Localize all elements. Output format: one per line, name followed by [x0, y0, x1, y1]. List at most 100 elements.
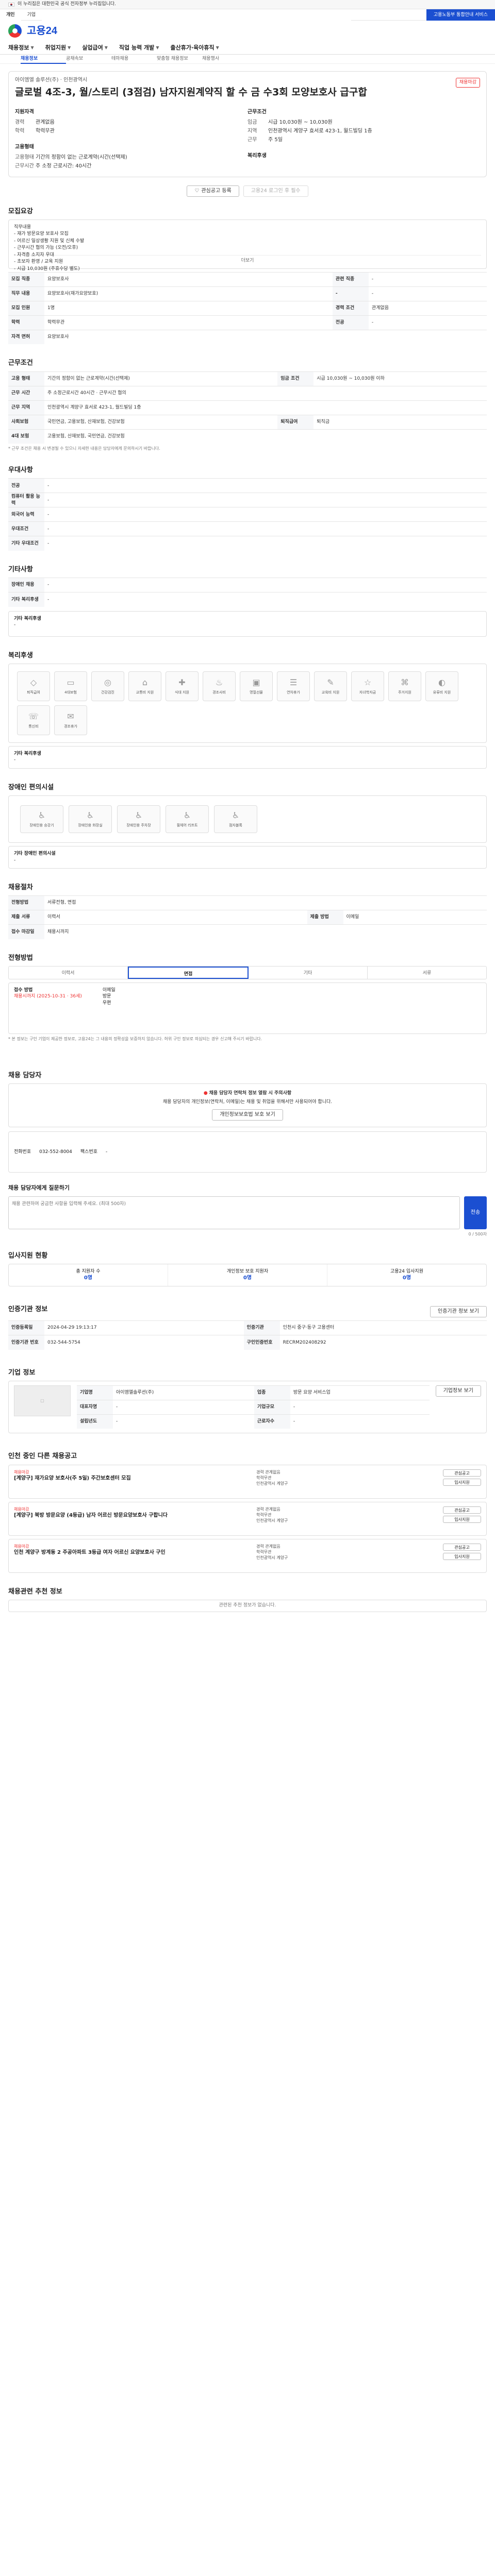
subnav-theme[interactable]: 테마채용: [111, 56, 157, 62]
detail-heading: 모집요강: [8, 207, 33, 215]
tab-method[interactable]: 기타: [249, 966, 368, 979]
welfare-icon: ⌂: [142, 677, 148, 687]
more-button[interactable]: 더보기: [14, 255, 481, 264]
row-label: 모집 직종: [8, 272, 44, 287]
subnav-custom[interactable]: 맞춤형 채용정보: [157, 56, 202, 62]
warning-text: 채용 담당자의 개인정보(연락처, 이메일)는 채용 및 취업을 위해서만 사용…: [162, 1099, 333, 1105]
manager-heading: 채용 담당자: [8, 1071, 42, 1079]
corp-info-button[interactable]: 기업정보 보기: [435, 1385, 481, 1397]
char-count: 0 / 500자: [468, 1231, 487, 1236]
welfare-item: ♨ 경조사비: [203, 671, 236, 701]
scrap-button[interactable]: 관심공고: [443, 1469, 481, 1477]
nav-item-jobs[interactable]: 채용정보 ▼: [8, 44, 34, 52]
share-button[interactable]: 고용24 로그인 후 필수: [243, 185, 308, 197]
row-label: 전공: [332, 315, 369, 330]
conditions-heading: 근무조건: [248, 109, 267, 115]
site-logo[interactable]: 고용24: [27, 24, 57, 38]
field-email: 이메일: [102, 987, 116, 993]
tab-company[interactable]: 기업: [21, 9, 42, 21]
scrap-button[interactable]: 관심공고: [443, 1543, 481, 1551]
related-detail: 인천광역시 계양구: [256, 1518, 288, 1523]
extra-value: -: [14, 622, 16, 628]
main-nav: 채용정보 ▼ 취업지원 ▼ 실업급여 ▼ 직업 능력 개발 ▼ 출산휴가·육아휴직 ▼: [0, 41, 495, 55]
row-value: 1명: [44, 300, 333, 316]
integrated-service-link[interactable]: 고용노동부 통합안내 서비스: [426, 9, 495, 21]
welfare-item: ✉ 경조휴가: [54, 705, 87, 735]
row-value: -: [44, 536, 487, 551]
row-value: -: [44, 493, 487, 507]
related-job-item[interactable]: 채용마감 인천 계양구 방계동 2 주공아파트 3등급 여자 어르신 요양보호사 …: [8, 1538, 487, 1573]
apply-button[interactable]: 입사지원: [443, 1552, 481, 1560]
cond-label: 근무: [248, 137, 257, 143]
related-heading: 인천 중인 다른 채용공고: [8, 1452, 77, 1461]
row-label: 전형방법: [8, 895, 44, 910]
related-job-item[interactable]: 채용마감 [계양구] 재가요양 보호사(주 5일) 주간보호센터 모집 경력 관계없…: [8, 1464, 487, 1499]
row-label: 모집 인원: [8, 300, 44, 316]
welfare-etc-box: 기타 복리후생 -: [8, 745, 487, 769]
row-value: 요양보호사(재가요양보호): [44, 286, 333, 301]
row-label: 인증기관 번호: [8, 1335, 44, 1350]
related-job-item[interactable]: 채용마감 [계양구] 북방 방문요양 (4등급) 남자 어르신 방문요양보호사 구…: [8, 1501, 487, 1536]
tab-method[interactable]: 서류: [368, 967, 486, 979]
company-more-button[interactable]: 인증기관 정보 보기: [430, 1306, 487, 1318]
apply-label: 총 지원자 수: [76, 1268, 101, 1274]
table-row: 전형방법 서류전형, 면접: [8, 895, 487, 910]
row-label: 우대조건: [8, 521, 44, 536]
table-row: 근무 지역 인천광역시 계양구 효서로 423-1, 월드빌딩 1층: [8, 400, 487, 415]
disability-etc-value: -: [14, 857, 16, 863]
type-label: 고용형태: [15, 154, 34, 160]
subnav-events[interactable]: 채용행사: [202, 56, 248, 62]
table-row: 기업명 아이엠엘솔루션(주) 업종 방문 요양 서비스업: [77, 1385, 430, 1400]
tab-method[interactable]: 이력서: [9, 966, 128, 979]
related-title[interactable]: 인천 계양구 방계동 2 주공아파트 3등급 여자 어르신 요양보호사 구인: [14, 1549, 210, 1556]
nav-item-training[interactable]: 직업 능력 개발 ▼: [119, 44, 159, 52]
row-label: 접수 마감일: [8, 924, 44, 939]
welfare-section-heading: 복리후생: [8, 651, 33, 659]
welfare-item: ⌘ 주거지원: [388, 671, 421, 701]
nav-item-leave[interactable]: 출산휴가·육아휴직 ▼: [170, 44, 219, 52]
privacy-button[interactable]: 개인정보보호법 보호 보기: [212, 1109, 283, 1121]
tel-label: 전화번호: [14, 1149, 31, 1155]
row-label: 제출 서류: [8, 910, 44, 925]
table-row: 설립년도 - 근로자수 -: [77, 1414, 430, 1429]
related-title[interactable]: [계양구] 재가요양 보호사(주 5일) 주간보호센터 모집: [14, 1475, 210, 1482]
related-title[interactable]: [계양구] 북방 방문요양 (4등급) 남자 어르신 방문요양보호사 구합니다: [14, 1512, 210, 1519]
corp-heading: 기업 정보: [8, 1368, 36, 1377]
welfare-icon: ▭: [67, 677, 75, 687]
apply-value: 0명: [84, 1275, 93, 1281]
nav-item-unemployment[interactable]: 실업급여 ▼: [82, 44, 108, 52]
welfare-icon: ✉: [67, 711, 74, 721]
send-button[interactable]: 전송: [464, 1196, 487, 1229]
nav-item-support[interactable]: 취업지원 ▼: [45, 44, 71, 52]
row-label: 근무 시간: [8, 385, 44, 401]
question-input[interactable]: [8, 1196, 460, 1229]
row-label: 근로자수: [254, 1414, 290, 1429]
table-row: 사회보험 국민연금, 고용보험, 산재보험, 건강보험 퇴직급여 퇴직금: [8, 414, 487, 430]
process-heading: 채용절차: [8, 883, 33, 891]
detail-text: 직무내용 - 재가 방문요양 보호사 모집 - 어르신 일상생활 지원 및 신체…: [14, 224, 85, 272]
table-row: 근무 시간 주 소정근로시간 40시간 · 근무시간 협의: [8, 385, 487, 401]
row-label: -: [332, 286, 369, 301]
welfare-item: ✚ 식대 지원: [166, 671, 199, 701]
apply-button[interactable]: 입사지원: [443, 1515, 481, 1523]
related-detail: 경력 관계없음: [256, 1506, 280, 1512]
row-label: 컴퓨터 활용 능력: [8, 493, 44, 507]
welfare-icon: ▣: [252, 677, 260, 687]
notice-text: * 본 정보는 구인 기업이 제공한 정보로, 고용24는 그 내용의 정확성을…: [8, 1036, 262, 1041]
logo-icon[interactable]: [8, 24, 22, 38]
tab-individual[interactable]: 개인: [0, 9, 21, 21]
tab-method[interactable]: 면접: [128, 966, 249, 979]
type-label: 근무시간: [15, 163, 34, 169]
table-row: 컴퓨터 활용 능력 -: [8, 493, 487, 507]
welfare-item: ☆ 자녀학자금: [351, 671, 384, 701]
subnav-public[interactable]: 공채속보: [66, 56, 111, 62]
apply-label: 고용24 입사지원: [390, 1268, 423, 1274]
method-heading: 전형방법: [8, 954, 33, 962]
scrap-button[interactable]: 관심공고: [443, 1506, 481, 1514]
row-label: 기타 복리후생: [8, 592, 44, 607]
apply-button[interactable]: 입사지원: [443, 1478, 481, 1486]
subnav-jobs[interactable]: 채용정보: [21, 55, 66, 64]
scrap-button[interactable]: ♡ 관심공고 등록: [187, 185, 239, 197]
row-value: 국민연금, 고용보험, 산재보험, 건강보험: [44, 414, 278, 430]
row-label: 장애인 채용: [8, 578, 44, 592]
